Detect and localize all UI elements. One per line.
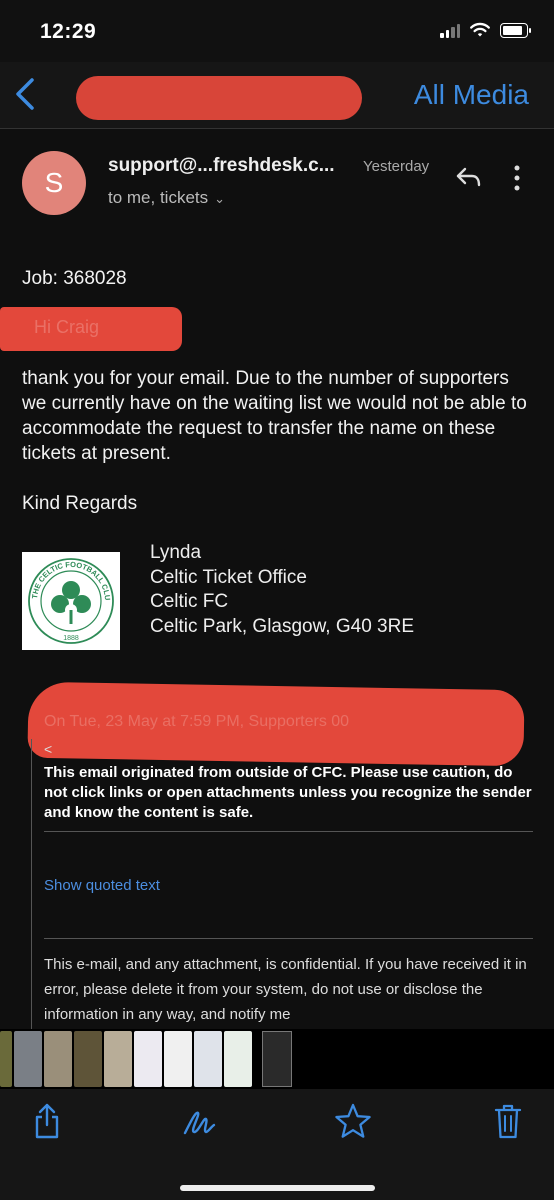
- signature-address: Celtic Park, Glasgow, G40 3RE: [150, 615, 414, 637]
- email-view: S support@...freshdesk.c... Yesterday to…: [0, 129, 554, 1039]
- email-body-paragraph: thank you for your email. Due to the num…: [22, 368, 527, 464]
- thumbnail[interactable]: [104, 1031, 132, 1087]
- confidentiality-notice: This e-mail, and any attachment, is conf…: [44, 956, 527, 1023]
- sign-off: Kind Regards: [22, 493, 138, 514]
- reply-icon[interactable]: [454, 163, 484, 191]
- signature-block: Lynda Celtic Ticket Office Celtic FC Cel…: [150, 541, 414, 639]
- recipients-toggle[interactable]: to me, tickets ⌄: [108, 188, 225, 208]
- nav-bar: All Media: [0, 62, 554, 128]
- external-email-warning: This email originated from outside of CF…: [44, 764, 532, 821]
- trash-icon[interactable]: [492, 1101, 524, 1141]
- quote-lt: <: [44, 741, 53, 757]
- redacted-contact-name: [76, 76, 362, 120]
- thumbnail[interactable]: [164, 1031, 192, 1087]
- status-bar: 12:29: [0, 0, 554, 62]
- thumbnail[interactable]: [224, 1031, 252, 1087]
- thumbnail[interactable]: [44, 1031, 72, 1087]
- thumbnail[interactable]: [194, 1031, 222, 1087]
- divider: [44, 938, 533, 939]
- job-number: Job: 368028: [22, 268, 127, 289]
- favorite-star-icon[interactable]: [334, 1101, 372, 1141]
- battery-icon: [500, 22, 531, 38]
- thumbnail[interactable]: [14, 1031, 42, 1087]
- signature-club: Celtic FC: [150, 591, 229, 612]
- quote-bar: [31, 739, 32, 1039]
- thumbnail[interactable]: [74, 1031, 102, 1087]
- thumbnail[interactable]: [134, 1031, 162, 1087]
- cellular-signal-icon: [440, 23, 460, 38]
- markup-icon[interactable]: [182, 1101, 218, 1141]
- divider: [44, 831, 533, 832]
- home-indicator[interactable]: [180, 1185, 375, 1191]
- status-icons: [440, 22, 531, 38]
- show-quoted-text-link[interactable]: Show quoted text: [44, 877, 160, 894]
- signature-office: Celtic Ticket Office: [150, 566, 307, 588]
- recipients-label: to me, tickets: [108, 188, 209, 207]
- email-date: Yesterday: [363, 158, 430, 175]
- all-media-button[interactable]: All Media: [414, 79, 529, 111]
- share-icon[interactable]: [31, 1101, 63, 1141]
- back-chevron-icon[interactable]: [10, 76, 40, 112]
- svg-text:1888: 1888: [63, 635, 79, 642]
- celtic-crest-logo: THE CELTIC FOOTBALL CLUB 1888: [22, 552, 120, 650]
- sender-address[interactable]: support@...freshdesk.c...: [108, 155, 335, 177]
- greeting-text: Hi Craig: [34, 317, 100, 337]
- quote-header-text: On Tue, 23 May at 7:59 PM, Supporters 00: [44, 713, 350, 730]
- more-options-icon[interactable]: [513, 165, 521, 191]
- thumbnail-selected[interactable]: [262, 1031, 292, 1087]
- thumbnail[interactable]: [0, 1031, 12, 1087]
- bottom-toolbar: [0, 1089, 554, 1200]
- photo-thumbnail-strip[interactable]: [0, 1029, 554, 1089]
- wifi-icon: [470, 22, 490, 37]
- chevron-down-icon: ⌄: [214, 191, 226, 206]
- clock: 12:29: [40, 20, 97, 43]
- signature-name: Lynda: [150, 542, 202, 563]
- sender-avatar[interactable]: S: [22, 151, 86, 215]
